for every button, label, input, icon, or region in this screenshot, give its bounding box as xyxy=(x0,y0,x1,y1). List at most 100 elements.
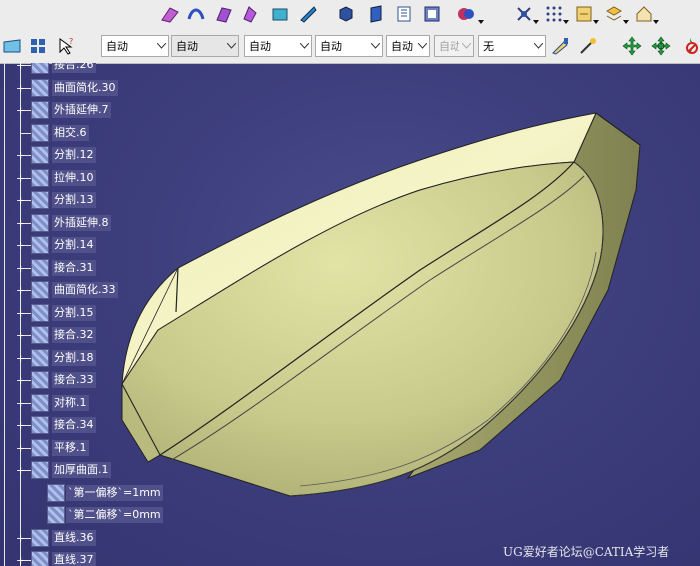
fill-icon[interactable] xyxy=(240,4,260,24)
boolean-icon[interactable] xyxy=(456,4,476,24)
layer-combo[interactable]: 无 xyxy=(478,35,546,57)
tree-node[interactable]: + 分割.13 xyxy=(0,190,170,210)
tree-node[interactable]: + 分割.15 xyxy=(0,303,170,323)
tree-node-label[interactable]: 分割.14 xyxy=(52,237,96,253)
expand-plus-icon[interactable]: + xyxy=(16,420,25,431)
expand-plus-icon[interactable]: + xyxy=(16,533,25,544)
envelope-icon[interactable] xyxy=(2,36,22,56)
tree-node[interactable]: + 拉伸.10 xyxy=(0,168,170,188)
chevron-down-icon[interactable] xyxy=(368,36,382,56)
expand-plus-icon[interactable]: + xyxy=(16,443,25,454)
tree-node[interactable]: + 加厚曲面.1 xyxy=(0,460,170,480)
tree-node[interactable]: + 分割.18 xyxy=(0,348,170,368)
cube-icon[interactable] xyxy=(336,4,356,24)
house-icon[interactable] xyxy=(634,4,654,24)
tree-node-label[interactable]: 直线.37 xyxy=(52,552,96,566)
group-icon[interactable] xyxy=(574,4,594,24)
tree-node-label[interactable]: 分割.12 xyxy=(52,147,96,163)
tree-node[interactable]: + 外插延伸.8 xyxy=(0,213,170,233)
tree-node-label[interactable]: `第二偏移`=0mm xyxy=(66,507,163,523)
chevron-down-icon[interactable] xyxy=(297,36,311,56)
tree-node[interactable]: 相交.6 xyxy=(0,123,170,143)
chevron-down-icon[interactable] xyxy=(154,36,168,56)
tree-node-label[interactable]: 拉伸.10 xyxy=(52,169,96,186)
tree-node-label[interactable]: 曲面简化.33 xyxy=(52,282,118,298)
expand-plus-icon[interactable]: + xyxy=(16,285,25,296)
grid-panel-icon[interactable] xyxy=(394,4,414,24)
dots-grid-icon[interactable] xyxy=(544,4,564,24)
chevron-down-icon[interactable] xyxy=(415,36,429,56)
tree-node-label[interactable]: 加厚曲面.1 xyxy=(52,462,111,478)
cursor-help-icon[interactable]: ? xyxy=(56,36,76,56)
tree-node[interactable]: + 直线.36 xyxy=(0,528,170,548)
tree-node[interactable]: + 直线.37 xyxy=(0,550,170,566)
offset-icon[interactable] xyxy=(298,4,318,24)
tree-node[interactable]: + 分割.12 xyxy=(0,145,170,165)
expand-plus-icon[interactable]: + xyxy=(16,375,25,386)
tree-node-label[interactable]: 分割.15 xyxy=(52,304,96,321)
sweep-icon[interactable] xyxy=(186,4,206,24)
stack-icon[interactable] xyxy=(604,4,624,24)
expand-plus-icon[interactable]: + xyxy=(16,173,25,184)
tree-node-label[interactable]: 外插延伸.7 xyxy=(52,102,111,118)
line-weight-combo[interactable]: 自动 xyxy=(244,35,312,57)
expand-plus-icon[interactable]: + xyxy=(16,105,25,116)
tree-node-label[interactable]: 接合.32 xyxy=(52,327,96,343)
tree-node[interactable]: + 接合.32 xyxy=(0,325,170,345)
tree-node-label[interactable]: 分割.13 xyxy=(52,192,96,208)
tree-node-label[interactable]: 相交.6 xyxy=(52,124,89,141)
expand-plus-icon[interactable]: + xyxy=(16,195,25,206)
rotate-cross-icon[interactable] xyxy=(651,36,671,56)
tree-node-label[interactable]: 平移.1 xyxy=(52,439,89,456)
expand-plus-icon[interactable]: + xyxy=(16,63,25,71)
tree-node-label[interactable]: 外插延伸.8 xyxy=(52,214,111,231)
expand-plus-icon[interactable]: + xyxy=(16,240,25,251)
line-color-combo[interactable]: 自动 xyxy=(101,35,169,57)
expand-plus-icon[interactable]: + xyxy=(16,465,25,476)
tree-node-label[interactable]: 曲面简化.30 xyxy=(52,79,118,96)
point-symbol-combo[interactable]: 自动 xyxy=(315,35,383,57)
surface-tools-icon[interactable] xyxy=(160,4,180,24)
tree-node[interactable]: `第一偏移`=1mm xyxy=(0,483,170,503)
axis-system-icon[interactable] xyxy=(514,4,534,24)
extrude-icon[interactable] xyxy=(270,4,290,24)
expand-plus-icon[interactable]: + xyxy=(16,308,25,319)
expand-plus-icon[interactable]: + xyxy=(16,398,25,409)
expand-plus-icon[interactable]: + xyxy=(16,555,25,566)
expand-plus-icon[interactable]: + xyxy=(16,330,25,341)
tree-node[interactable]: + 接合.31 xyxy=(0,258,170,278)
expand-plus-icon[interactable]: + xyxy=(16,353,25,364)
tree-node[interactable]: + 接合.26 xyxy=(0,63,170,75)
blue-panel-icon[interactable] xyxy=(366,4,386,24)
render-style-combo[interactable]: 自动 xyxy=(386,35,430,57)
tree-node[interactable]: + 分割.14 xyxy=(0,235,170,255)
tree-node[interactable]: `第二偏移`=0mm xyxy=(0,505,170,525)
tree-node-label[interactable]: 对称.1 xyxy=(52,394,89,411)
grid-view-icon[interactable] xyxy=(28,36,48,56)
no-move-icon[interactable] xyxy=(680,36,700,56)
tree-node-label[interactable]: 接合.26 xyxy=(52,63,96,73)
expand-plus-icon[interactable]: + xyxy=(16,83,25,94)
expand-plus-icon[interactable]: + xyxy=(16,263,25,274)
tree-node-label[interactable]: 直线.36 xyxy=(52,529,96,546)
tree-node-label[interactable]: 接合.33 xyxy=(52,372,96,388)
tree-node-label[interactable]: `第一偏移`=1mm xyxy=(66,484,163,501)
tree-node[interactable]: + 接合.34 xyxy=(0,415,170,435)
tree-node[interactable]: + 曲面简化.33 xyxy=(0,280,170,300)
chevron-down-icon[interactable] xyxy=(531,36,545,56)
chevron-down-icon[interactable] xyxy=(224,36,238,56)
brush-icon[interactable] xyxy=(550,36,570,56)
move-cross-icon[interactable] xyxy=(622,36,642,56)
tree-node[interactable]: + 平移.1 xyxy=(0,438,170,458)
expand-plus-icon[interactable]: + xyxy=(16,218,25,229)
blend-icon[interactable] xyxy=(214,4,234,24)
tree-node-label[interactable]: 接合.31 xyxy=(52,259,96,276)
expand-plus-icon[interactable]: + xyxy=(16,150,25,161)
line-type-combo[interactable]: 自动 xyxy=(171,35,239,57)
tree-node[interactable]: + 接合.33 xyxy=(0,370,170,390)
tree-node[interactable]: + 对称.1 xyxy=(0,393,170,413)
tree-node[interactable]: + 曲面简化.30 xyxy=(0,78,170,98)
multi-panel-icon[interactable] xyxy=(422,4,442,24)
magic-wand-icon[interactable] xyxy=(578,36,598,56)
tree-node-label[interactable]: 分割.18 xyxy=(52,349,96,366)
